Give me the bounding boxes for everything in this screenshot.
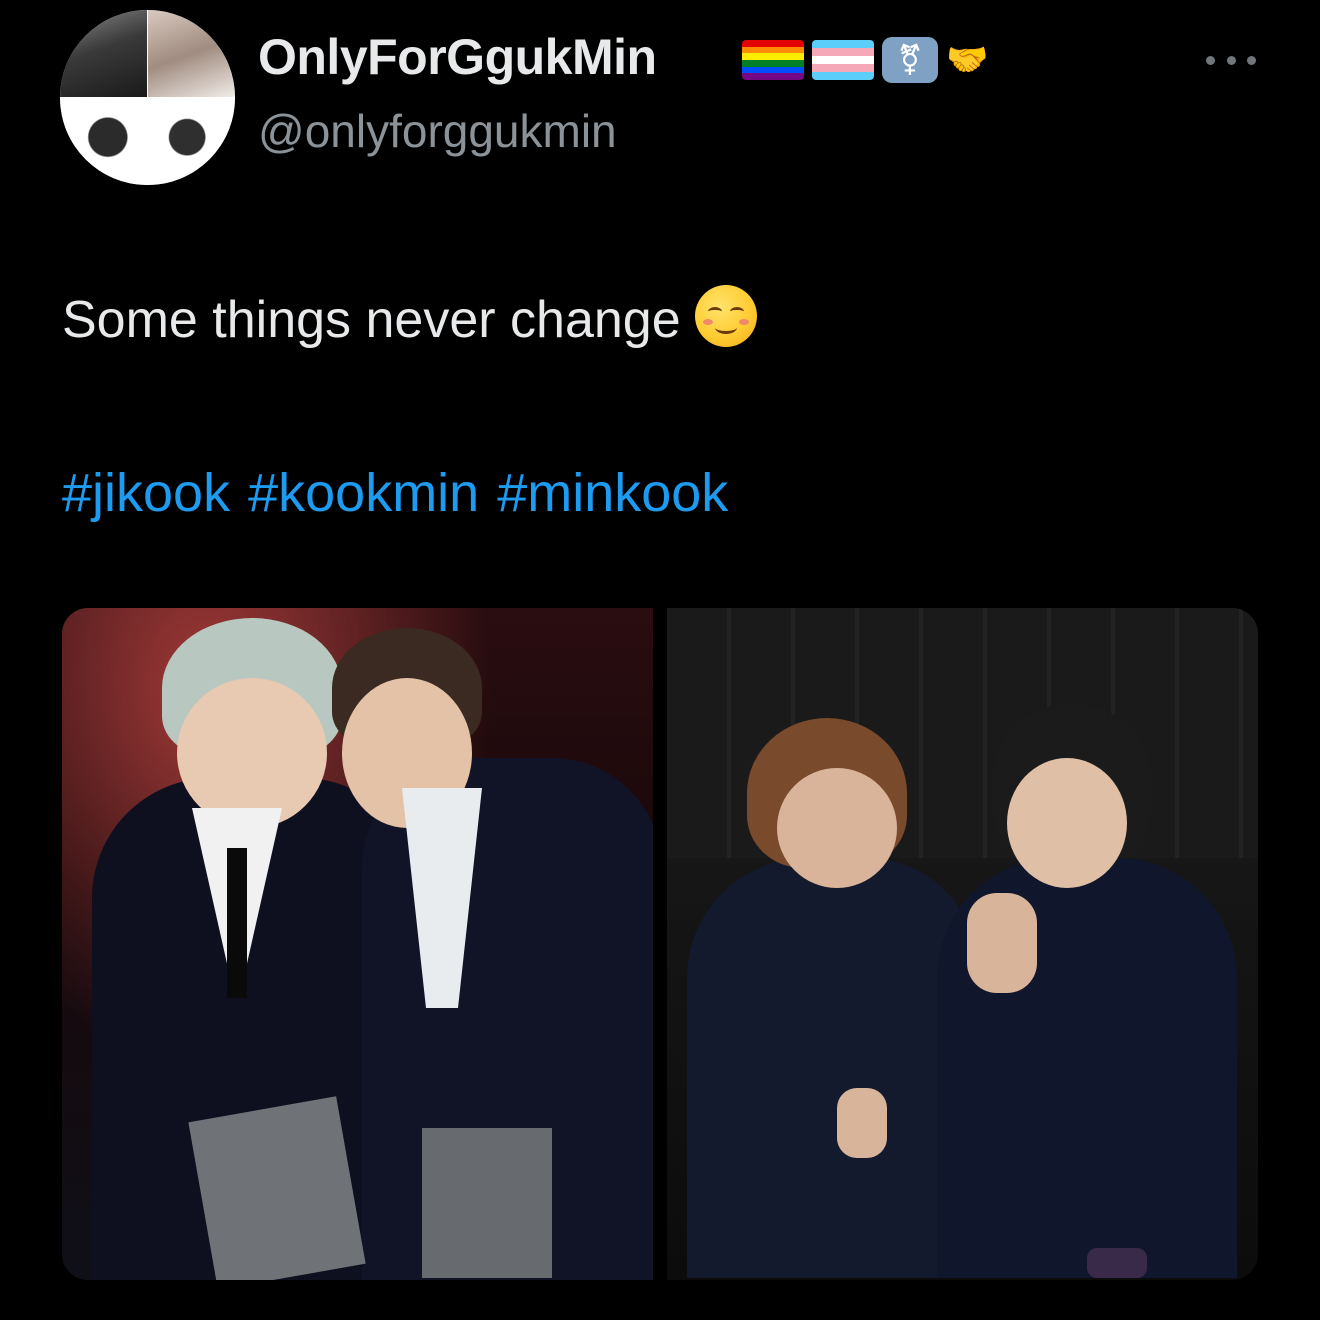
hashtag-link[interactable]: #jikook [62,462,230,524]
handshake-icon: 🤝 [946,40,989,80]
more-options-icon[interactable] [1206,50,1256,70]
avatar-photo-4 [148,98,235,185]
avatar-photo-1 [60,10,147,97]
name-badges: ⚧ 🤝 [742,37,989,83]
rainbow-flag-icon [742,40,804,80]
transgender-flag-icon [812,40,874,80]
transgender-symbol-icon: ⚧ [882,37,938,83]
handle[interactable]: @onlyforggukmin [258,104,617,158]
avatar-photo-3 [60,98,147,185]
tweet-text: Some things never change [62,285,757,350]
avatar-photo-2 [148,10,235,97]
photo-2[interactable] [667,608,1258,1280]
photo-1[interactable] [62,608,653,1280]
hashtag-link[interactable]: #minkook [497,462,728,524]
display-name[interactable]: OnlyForGgukMin [258,28,657,86]
hashtag-link[interactable]: #kookmin [248,462,479,524]
hashtags: #jikook #kookmin #minkook [62,462,728,524]
tweet-text-content: Some things never change [62,291,681,349]
avatar[interactable] [60,10,235,185]
media-grid [62,608,1258,1280]
smiling-face-icon [694,285,757,347]
